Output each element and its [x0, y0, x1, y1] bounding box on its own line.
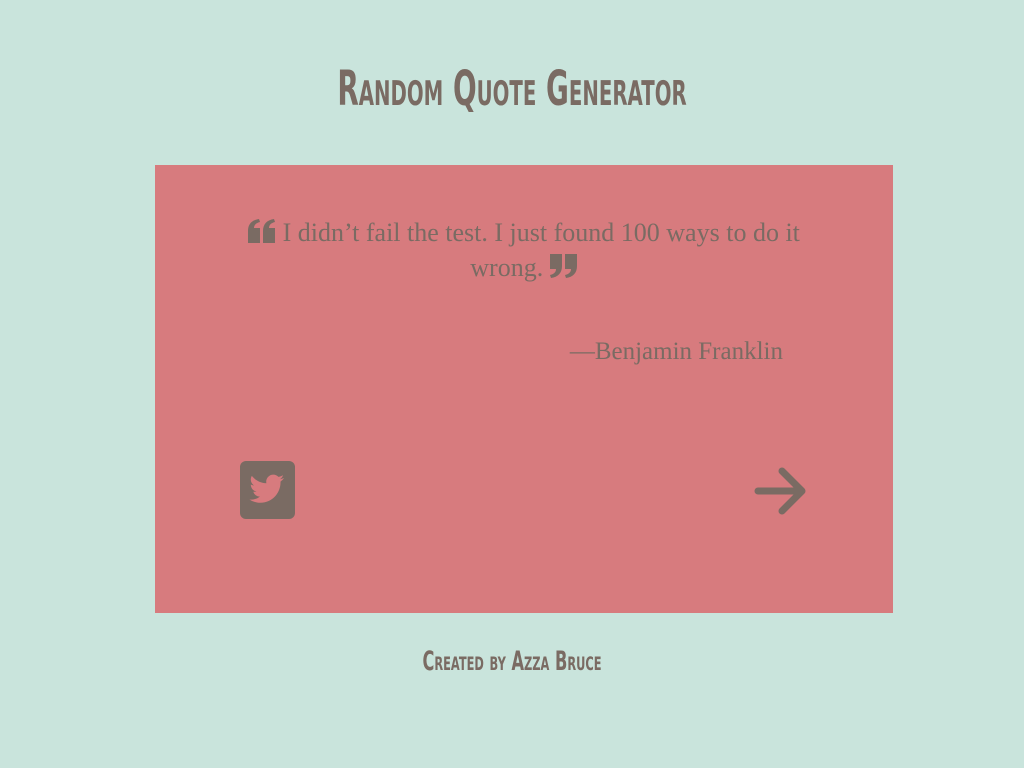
quote-card: I didn’t fail the test. I just found 100… — [155, 165, 893, 613]
quote-right-icon — [549, 254, 578, 278]
arrow-right-icon — [752, 467, 810, 523]
quote-text-block: I didn’t fail the test. I just found 100… — [215, 215, 833, 285]
next-quote-button[interactable] — [752, 463, 810, 519]
tweet-button[interactable] — [240, 461, 295, 519]
quote-left-icon — [248, 219, 276, 243]
footer-credit: Created by Azza Bruce — [422, 646, 602, 677]
page-title: Random Quote Generator — [337, 61, 687, 117]
twitter-icon — [240, 461, 295, 523]
quote-text: I didn’t fail the test. I just found 100… — [282, 218, 800, 282]
quote-author: —Benjamin Franklin — [569, 338, 783, 365]
